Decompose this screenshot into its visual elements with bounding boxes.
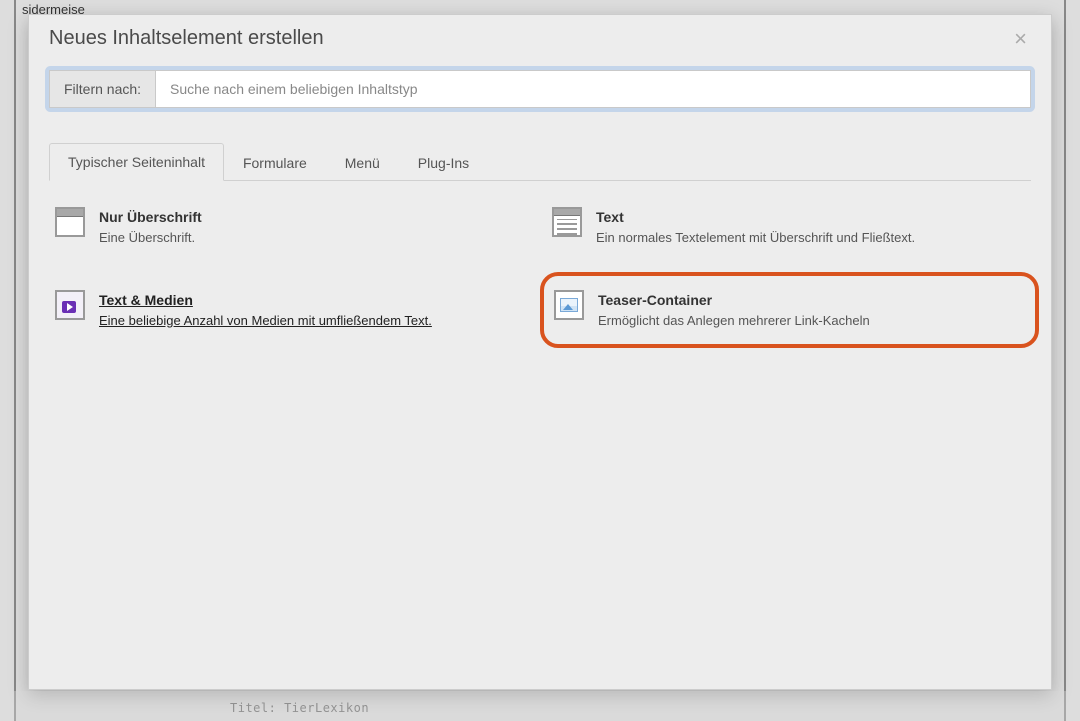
element-card-header-only[interactable]: Nur Überschrift Eine Überschrift. (53, 201, 530, 254)
card-text: Text Ein normales Textelement mit Übersc… (596, 207, 1025, 248)
card-title: Text (596, 207, 1025, 228)
elements-grid: Nur Überschrift Eine Überschrift. Text E… (49, 201, 1031, 336)
modal-title: Neues Inhaltselement erstellen (49, 27, 324, 50)
tabs: Typischer Seiteninhalt Formulare Menü Pl… (49, 142, 1031, 181)
new-content-element-modal: Neues Inhaltselement erstellen × Filtern… (28, 14, 1052, 690)
header-icon (55, 207, 85, 237)
element-card-text[interactable]: Text Ein normales Textelement mit Übersc… (550, 201, 1027, 254)
filter-input[interactable] (155, 70, 1031, 108)
text-icon (552, 207, 582, 237)
modal-body: Filtern nach: Typischer Seiteninhalt For… (29, 60, 1051, 356)
filter-label: Filtern nach: (49, 70, 155, 108)
footer-shadow (14, 691, 1066, 721)
filter-row: Filtern nach: (49, 70, 1031, 108)
card-desc: Ermöglicht das Anlegen mehrerer Link-Kac… (598, 311, 1019, 331)
close-button[interactable]: × (1010, 28, 1031, 50)
tab-plugins[interactable]: Plug-Ins (399, 144, 488, 181)
card-text: Text & Medien Eine beliebige Anzahl von … (99, 290, 528, 331)
tab-typical-content[interactable]: Typischer Seiteninhalt (49, 143, 224, 181)
card-desc: Eine beliebige Anzahl von Medien mit umf… (99, 311, 528, 331)
element-card-text-media[interactable]: Text & Medien Eine beliebige Anzahl von … (53, 284, 530, 337)
card-title: Nur Überschrift (99, 207, 528, 228)
image-icon (554, 290, 584, 320)
card-title: Teaser-Container (598, 290, 1019, 311)
modal-header: Neues Inhaltselement erstellen × (29, 15, 1051, 60)
card-text: Teaser-Container Ermöglicht das Anlegen … (598, 290, 1019, 331)
tab-forms[interactable]: Formulare (224, 144, 326, 181)
tab-menu[interactable]: Menü (326, 144, 399, 181)
media-icon (55, 290, 85, 320)
card-text: Nur Überschrift Eine Überschrift. (99, 207, 528, 248)
card-desc: Ein normales Textelement mit Überschrift… (596, 228, 1025, 248)
element-card-teaser-container[interactable]: Teaser-Container Ermöglicht das Anlegen … (540, 272, 1039, 349)
card-title: Text & Medien (99, 290, 528, 311)
card-desc: Eine Überschrift. (99, 228, 528, 248)
